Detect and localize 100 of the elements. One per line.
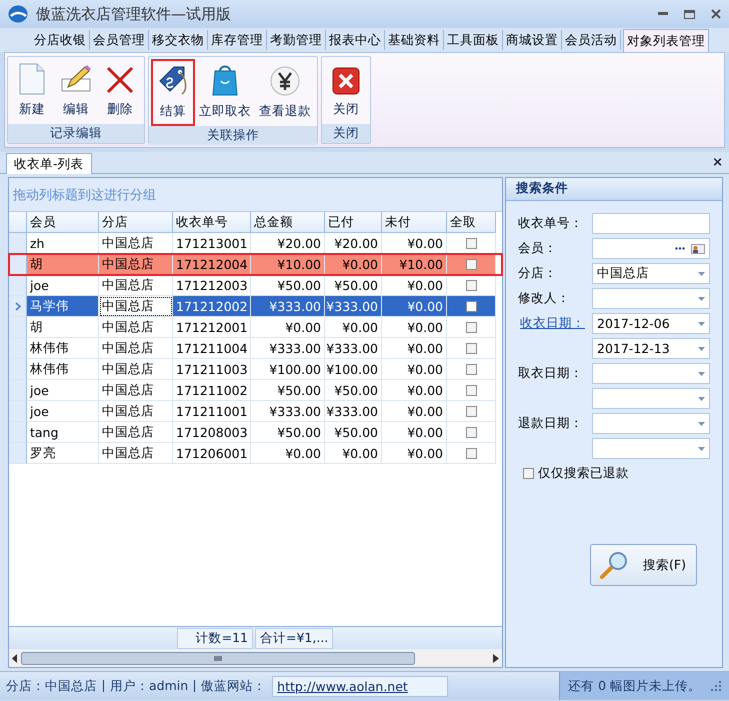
scrollbar-thumb[interactable]: [21, 652, 415, 664]
checkbox[interactable]: [466, 258, 476, 270]
menu-tab[interactable]: 移交衣物: [149, 30, 208, 50]
table-cell: 中国总店: [99, 422, 173, 443]
table-cell: zh: [27, 233, 99, 254]
close-icon[interactable]: [711, 9, 721, 19]
menu-tab[interactable]: 会员管理: [90, 30, 149, 50]
table-cell: ¥333.00: [325, 296, 382, 317]
current-row-icon: [14, 302, 20, 310]
page-icon: [19, 63, 45, 95]
table-cell: 171212002: [173, 296, 251, 317]
table-cell: 171212004: [173, 254, 251, 275]
checkbox[interactable]: [466, 448, 476, 458]
group-by-hint: 拖动列标题到这进行分组: [13, 186, 156, 204]
checkbox[interactable]: [466, 300, 476, 312]
yen-coin-icon: [269, 65, 301, 97]
dropdown-arrow-icon[interactable]: [698, 346, 705, 350]
dropdown-arrow-icon[interactable]: [698, 322, 705, 326]
dropdown-arrow-icon[interactable]: [698, 446, 705, 450]
table-cell: 中国总店: [99, 359, 173, 380]
field-link[interactable]: 收衣日期：: [520, 315, 585, 332]
dropdown-field[interactable]: 中国总店: [592, 263, 710, 284]
document-tab[interactable]: 收衣单-列表: [6, 153, 92, 174]
menu-tab[interactable]: 基础资料: [385, 30, 444, 50]
ribbon-button[interactable]: 删除: [98, 59, 142, 124]
checkbox[interactable]: [466, 342, 476, 354]
summary-cell: 计数=11: [177, 628, 253, 648]
scroll-left-icon[interactable]: [12, 654, 18, 662]
menu-tab[interactable]: 工具面板: [444, 30, 503, 50]
column-header[interactable]: 收衣单号: [173, 212, 251, 233]
dropdown-arrow-icon[interactable]: [698, 422, 705, 426]
table-cell: ¥0.00: [382, 296, 447, 317]
dropdown-arrow-icon[interactable]: [698, 372, 705, 376]
checkbox[interactable]: [466, 406, 476, 416]
search-button[interactable]: 搜索(F): [590, 544, 697, 586]
checkbox[interactable]: [523, 468, 534, 479]
group-label: 关闭: [322, 124, 370, 143]
close-button[interactable]: ×: [712, 155, 723, 170]
checkbox-label: 仅仅搜索已退款: [538, 465, 629, 482]
picker-field[interactable]: [592, 238, 710, 259]
ribbon-button[interactable]: 查看退款: [255, 59, 315, 126]
table-cell: ¥0.00: [382, 422, 447, 443]
ribbon-button[interactable]: 新建: [10, 59, 54, 124]
dropdown-field[interactable]: [592, 363, 710, 384]
menu-tab[interactable]: 考勤管理: [267, 30, 326, 50]
dropdown-field[interactable]: [592, 413, 710, 434]
dropdown-field[interactable]: [592, 288, 710, 309]
table-cell: ¥333.00: [251, 401, 325, 422]
checkbox[interactable]: [466, 384, 476, 396]
checkbox[interactable]: [466, 322, 476, 332]
menu-tab[interactable]: 分店收银: [31, 30, 90, 50]
table-cell: 中国总店: [99, 296, 173, 317]
header-corner: [9, 212, 27, 233]
checkbox[interactable]: [466, 280, 476, 290]
column-header[interactable]: 已付: [325, 212, 382, 233]
menu-tab[interactable]: 报表中心: [326, 30, 385, 50]
dropdown-arrow-icon[interactable]: [698, 296, 705, 300]
table-cell: 林伟伟: [27, 338, 99, 359]
ribbon-button[interactable]: 关闭: [324, 59, 368, 124]
field-label: 会员：: [518, 240, 558, 257]
table-cell: ¥333.00: [251, 296, 325, 317]
menu-tab[interactable]: 对象列表管理: [623, 29, 709, 53]
input-field[interactable]: [592, 213, 710, 234]
ribbon-button[interactable]: 编辑: [54, 59, 98, 124]
ribbon-button[interactable]: 立即取衣: [195, 59, 255, 126]
menu-tab[interactable]: 库存管理: [208, 30, 267, 50]
checkbox[interactable]: [466, 426, 476, 438]
dropdown-field[interactable]: [592, 388, 710, 409]
column-header[interactable]: 未付: [382, 212, 447, 233]
table-cell: ¥50.00: [325, 422, 382, 443]
table-cell: 171213001: [173, 233, 251, 254]
ellipsis-icon[interactable]: [675, 247, 685, 250]
table-cell: 中国总店: [99, 317, 173, 338]
minimize-icon[interactable]: [658, 12, 668, 16]
column-header[interactable]: 总金额: [251, 212, 325, 233]
column-header[interactable]: 会员: [27, 212, 99, 233]
resize-grip-icon[interactable]: [711, 681, 721, 691]
maximize-icon[interactable]: [684, 10, 695, 18]
table-cell: 中国总店: [99, 338, 173, 359]
menu-tab[interactable]: 会员活动: [562, 30, 621, 50]
group-label: 关联操作: [149, 126, 317, 145]
table-cell: 马学伟: [27, 296, 99, 317]
ribbon-button[interactable]: 结算: [151, 59, 195, 126]
dropdown-field[interactable]: [592, 438, 710, 459]
dropdown-field[interactable]: 2017-12-06: [592, 313, 710, 334]
checkbox[interactable]: [466, 364, 476, 374]
contact-card-icon[interactable]: [691, 244, 705, 254]
dropdown-arrow-icon[interactable]: [698, 396, 705, 400]
column-header[interactable]: 全取: [447, 212, 496, 233]
table-cell: 胡: [27, 254, 99, 275]
search-icon: [599, 550, 629, 580]
table-cell: ¥50.00: [251, 422, 325, 443]
field-label: 取衣日期：: [518, 365, 584, 382]
table-cell: tang: [27, 422, 99, 443]
scroll-right-icon[interactable]: [493, 654, 499, 662]
checkbox[interactable]: [466, 238, 476, 248]
menu-tab[interactable]: 商城设置: [503, 30, 562, 50]
dropdown-field[interactable]: 2017-12-13: [592, 338, 710, 359]
column-header[interactable]: 分店: [99, 212, 173, 233]
dropdown-arrow-icon[interactable]: [698, 272, 705, 276]
